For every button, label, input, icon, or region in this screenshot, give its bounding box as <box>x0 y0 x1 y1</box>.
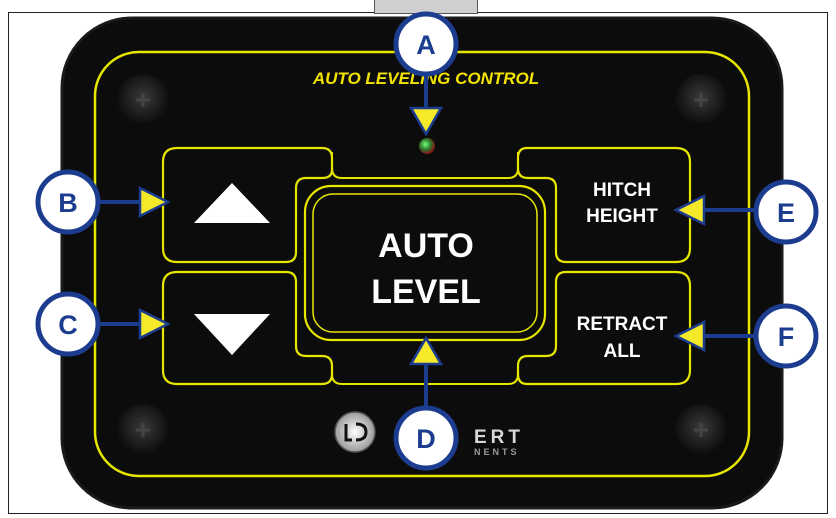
screw-icon <box>117 74 169 126</box>
callout-b-label: B <box>58 188 78 218</box>
retract-all-label-line1: RETRACT <box>577 314 668 335</box>
brand-logo-text: ERT <box>474 427 524 448</box>
control-panel-diagram: AUTO LEVELING CONTROL AUTO LEVEL HITCH H… <box>35 11 819 510</box>
screw-icon <box>675 404 727 456</box>
screw-icon <box>117 404 169 456</box>
callout-c-label: C <box>58 310 78 340</box>
auto-level-label-line2: LEVEL <box>371 273 481 311</box>
retract-all-label-line2: ALL <box>604 341 641 362</box>
screw-icon <box>675 74 727 126</box>
callout-d-label: D <box>416 424 436 454</box>
callout-f-label: F <box>778 322 795 352</box>
auto-level-button[interactable]: AUTO LEVEL <box>303 184 547 342</box>
callout-e-label: E <box>777 198 795 228</box>
diagram-stage: AUTO LEVELING CONTROL AUTO LEVEL HITCH H… <box>0 0 836 518</box>
status-led-icon <box>419 138 435 154</box>
auto-level-label-line1: AUTO <box>378 227 474 265</box>
hitch-height-label-line2: HEIGHT <box>586 206 658 227</box>
callout-a-label: A <box>416 30 436 60</box>
hitch-height-label-line1: HITCH <box>593 180 651 201</box>
brand-logo-subtext: NENTS <box>474 447 520 457</box>
